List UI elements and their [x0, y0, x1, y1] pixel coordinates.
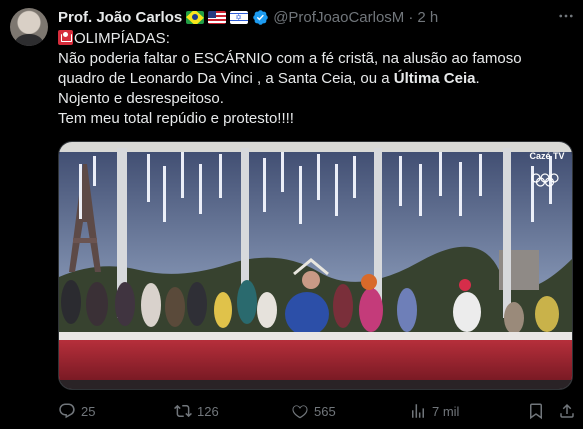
reply-icon [59, 403, 75, 419]
bookmark-button[interactable] [527, 400, 545, 422]
views-count: 7 mil [432, 403, 460, 419]
post-label: OLIMPÍADAS: [74, 30, 170, 47]
post-text: OLIMPÍADAS: Não poderia faltar o ESCÁRNI… [58, 29, 568, 129]
reply-button[interactable]: 25 [58, 400, 95, 422]
svg-text:Cazé TV: Cazé TV [529, 151, 564, 161]
olympic-rings-emoji-icon [58, 30, 73, 45]
bookmark-icon [530, 403, 542, 420]
post-line-3: quadro de Leonardo Da Vinci , a Santa Ce… [58, 69, 568, 89]
author-handle[interactable]: @ProfJoaoCarlosM [273, 9, 404, 26]
reply-count: 25 [81, 403, 96, 419]
author-name[interactable]: Prof. João Carlos [58, 9, 182, 26]
tweet-header: Prof. João Carlos @ProfJoaoCarlosM · 2 h [58, 7, 438, 27]
more-options-icon[interactable] [556, 6, 576, 26]
post-line-4: Nojento e desrespeitoso. [58, 90, 224, 107]
share-button[interactable] [558, 400, 576, 422]
heart-icon [292, 405, 308, 419]
repost-count: 126 [197, 403, 219, 419]
share-icon [560, 403, 574, 418]
verified-badge-icon[interactable] [252, 9, 269, 26]
post-line-1: OLIMPÍADAS: [58, 29, 568, 49]
separator-dot: · [408, 8, 414, 26]
post-time[interactable]: 2 h [417, 9, 438, 26]
avatar[interactable] [10, 8, 48, 46]
brazil-flag-icon [186, 10, 205, 24]
views-chart-icon [412, 404, 424, 418]
like-count: 565 [314, 403, 336, 419]
post-line-5: Tem meu total repúdio e protesto!!!! [58, 110, 294, 127]
views-button[interactable]: 7 mil [409, 400, 459, 422]
stage-photo: Cazé TV [59, 142, 572, 389]
tweet[interactable]: Prof. João Carlos @ProfJoaoCarlosM · 2 h… [0, 0, 583, 429]
israel-flag-icon [230, 10, 249, 24]
post-line-3-start: quadro de Leonardo Da Vinci , a Santa Ce… [58, 70, 394, 87]
usa-flag-icon [208, 10, 227, 24]
post-line-3-bold: Última Ceia [393, 70, 476, 87]
post-line-2: Não poderia faltar o ESCÁRNIO com a fé c… [58, 50, 522, 67]
repost-button[interactable]: 126 [174, 400, 219, 422]
post-line-3-end: . [475, 70, 480, 87]
like-button[interactable]: 565 [291, 400, 336, 422]
post-image[interactable]: Cazé TV [58, 141, 573, 390]
action-bar: 25 126 565 7 mil [58, 400, 578, 422]
repost-icon [174, 404, 192, 418]
